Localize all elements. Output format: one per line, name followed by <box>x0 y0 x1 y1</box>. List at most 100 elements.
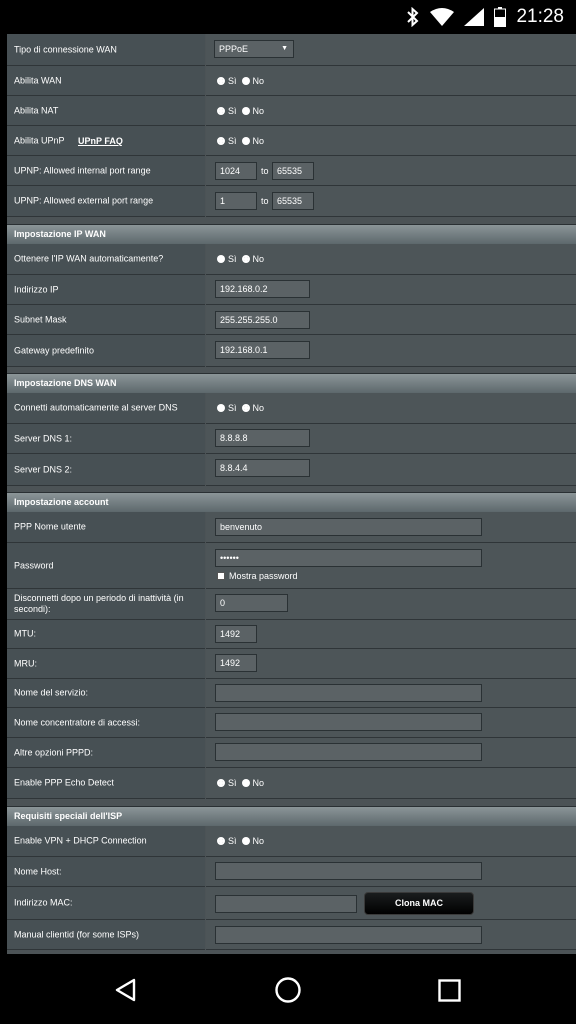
idle-input[interactable]: 0 <box>215 594 288 612</box>
dns2-label: Server DNS 2: <box>14 464 73 474</box>
battery-icon <box>494 7 507 27</box>
row-mac-address: Indirizzo MAC: Clona MAC <box>7 887 576 920</box>
mru-input[interactable]: 1492 <box>215 654 257 672</box>
dns1-label: Server DNS 1: <box>14 433 73 443</box>
row-upnp-internal: UPNP: Allowed internal port range 1024 t… <box>7 156 576 186</box>
wan-type-select[interactable]: PPPoE ▼ <box>214 40 294 58</box>
row-enable-nat: Abilita NAT Sì No <box>7 96 576 126</box>
row-enable-upnp: Abilita UPnP UPnP FAQ Sì No <box>7 126 576 156</box>
service-name-input[interactable] <box>215 684 482 702</box>
enable-upnp-label: Abilita UPnP <box>14 135 65 145</box>
section-ip-wan: Impostazione IP WAN <box>7 224 576 244</box>
enable-nat-no-radio[interactable] <box>241 106 250 115</box>
row-dns1: Server DNS 1: 8.8.8.8 <box>7 424 576 454</box>
enable-nat-label: Abilita NAT <box>14 105 59 115</box>
upnp-faq-link[interactable]: UPnP FAQ <box>78 136 123 146</box>
clientid-label: Manual clientid (for some ISPs) <box>14 929 140 939</box>
back-icon[interactable] <box>114 978 138 1002</box>
upnp-external-from-input[interactable]: 1 <box>215 192 257 210</box>
vpn-dhcp-label: Enable VPN + DHCP Connection <box>14 835 147 846</box>
enable-wan-yes-radio[interactable] <box>217 76 225 85</box>
enable-wan-no-radio[interactable] <box>241 76 250 85</box>
ip-address-input[interactable]: 192.168.0.2 <box>215 280 310 298</box>
echo-detect-no-radio[interactable] <box>241 779 250 787</box>
navigation-bar <box>0 955 576 1024</box>
to-label: to <box>261 165 269 176</box>
dropdown-arrow-icon: ▼ <box>281 45 288 52</box>
mac-address-input[interactable] <box>215 895 357 913</box>
wifi-icon <box>430 8 455 26</box>
auto-dns-yes-radio[interactable] <box>217 404 225 412</box>
username-label: PPP Nome utente <box>14 521 86 532</box>
section-account: Impostazione account <box>7 492 576 512</box>
mru-label: MRU: <box>14 658 37 668</box>
auto-dns-no-radio[interactable] <box>241 404 250 412</box>
concentrator-input[interactable] <box>215 713 482 731</box>
bluetooth-icon <box>407 7 419 27</box>
ip-address-label: Indirizzo IP <box>14 284 59 294</box>
upnp-external-to-input[interactable]: 65535 <box>272 192 314 210</box>
upnp-external-label: UPNP: Allowed external port range <box>14 195 154 206</box>
idle-label: Disconnetti dopo un periodo di inattivit… <box>14 593 184 614</box>
username-input[interactable]: benvenuto <box>215 518 482 536</box>
clone-mac-button[interactable]: Clona MAC <box>364 892 474 915</box>
auto-ip-yes-radio[interactable] <box>217 255 225 263</box>
upnp-internal-label: UPNP: Allowed internal port range <box>14 165 151 175</box>
signal-icon <box>464 8 485 26</box>
host-name-input[interactable] <box>215 862 482 880</box>
section-isp: Requisiti speciali dell'ISP <box>7 806 576 826</box>
show-password-label: Mostra password <box>229 571 298 581</box>
home-icon[interactable] <box>274 976 302 1004</box>
subnet-mask-input[interactable]: 255.255.255.0 <box>215 311 310 329</box>
row-echo-detect: Enable PPP Echo Detect Sì No <box>7 768 576 799</box>
auto-ip-no-radio[interactable] <box>241 255 250 263</box>
row-enable-wan: Abilita WAN Sì No <box>7 66 576 96</box>
pppd-options-input[interactable] <box>215 743 482 761</box>
row-mtu: MTU: 1492 <box>7 620 576 649</box>
enable-upnp-no-radio[interactable] <box>241 136 250 145</box>
echo-detect-label: Enable PPP Echo Detect <box>14 777 114 788</box>
mtu-input[interactable]: 1492 <box>215 625 257 643</box>
clock: 21:28 <box>516 6 564 27</box>
subnet-mask-label: Subnet Mask <box>14 314 67 324</box>
wan-settings-panel: Tipo di connessione WAN PPPoE ▼ Abilita W… <box>7 34 576 954</box>
row-mru: MRU: 1492 <box>7 649 576 679</box>
auto-ip-label: Ottenere l'IP WAN automaticamente? <box>14 253 164 264</box>
auto-dns-label: Connetti automaticamente al server DNS <box>14 402 178 413</box>
dns2-input[interactable]: 8.8.4.4 <box>215 459 310 477</box>
echo-detect-yes-radio[interactable] <box>217 779 225 787</box>
row-clientid: Manual clientid (for some ISPs) <box>7 920 576 950</box>
gateway-label: Gateway predefinito <box>14 345 95 355</box>
row-upnp-external: UPNP: Allowed external port range 1 to 6… <box>7 186 576 217</box>
to-label: to <box>261 196 269 206</box>
enable-upnp-yes-radio[interactable] <box>217 136 225 145</box>
password-input[interactable]: •••••• <box>215 549 482 567</box>
mtu-label: MTU: <box>14 628 36 639</box>
upnp-internal-to-input[interactable]: 65535 <box>272 162 314 180</box>
wan-type-label: Tipo di connessione WAN <box>14 44 117 54</box>
concentrator-label: Nome concentratore di accessi: <box>14 717 141 727</box>
vpn-dhcp-yes-radio[interactable] <box>217 837 225 845</box>
recents-icon[interactable] <box>438 979 461 1002</box>
show-password-checkbox[interactable] <box>217 572 225 580</box>
enable-nat-yes-radio[interactable] <box>217 106 225 115</box>
row-wan-type: Tipo di connessione WAN PPPoE ▼ <box>7 34 576 66</box>
upnp-internal-from-input[interactable]: 1024 <box>215 162 257 180</box>
row-username: PPP Nome utente benvenuto <box>7 512 576 543</box>
pppd-options-label: Altre opzioni PPPD: <box>14 747 94 757</box>
clientid-input[interactable] <box>215 926 482 944</box>
mac-address-label: Indirizzo MAC: <box>14 897 73 908</box>
status-bar: 21:28 <box>0 0 576 34</box>
row-auto-ip: Ottenere l'IP WAN automaticamente? Sì No <box>7 244 576 275</box>
section-dns-wan: Impostazione DNS WAN <box>7 373 576 393</box>
row-auto-dns: Connetti automaticamente al server DNS S… <box>7 393 576 424</box>
row-pppd-options: Altre opzioni PPPD: <box>7 738 576 768</box>
dns1-input[interactable]: 8.8.8.8 <box>215 429 310 447</box>
password-label: Password <box>14 560 54 570</box>
row-vpn-dhcp: Enable VPN + DHCP Connection Sì No <box>7 826 576 857</box>
vpn-dhcp-no-radio[interactable] <box>241 837 250 845</box>
gateway-input[interactable]: 192.168.0.1 <box>215 341 310 359</box>
row-password: Password •••••• Mostra password <box>7 543 576 589</box>
row-host-name: Nome Host: <box>7 857 576 887</box>
row-gateway: Gateway predefinito 192.168.0.1 <box>7 335 576 367</box>
